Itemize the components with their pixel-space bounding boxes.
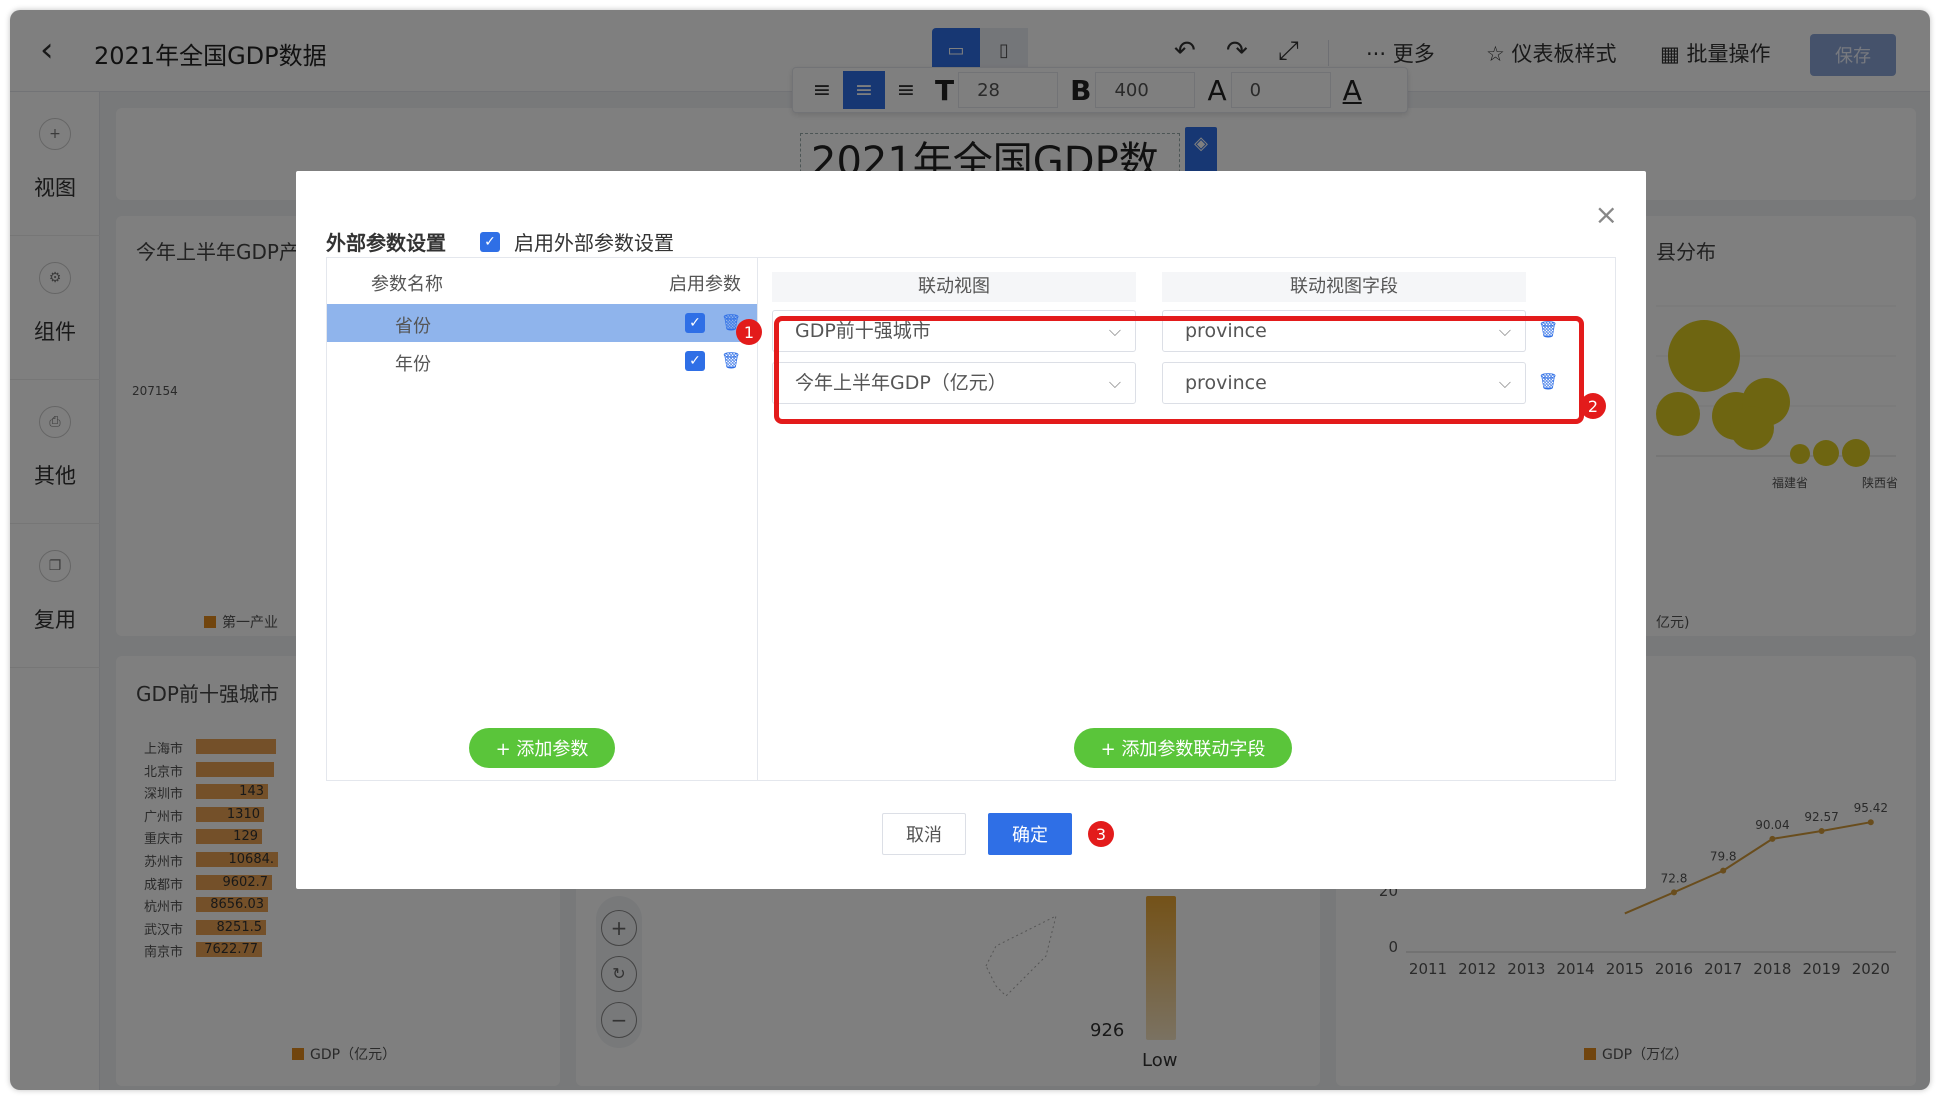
- column-header-linked-field: 联动视图字段: [1162, 272, 1526, 302]
- param-list-pane: 参数名称 启用参数 省份 ✓ 🗑 年份 ✓ 🗑 + 添加参数: [326, 257, 758, 781]
- param-enable-checkbox[interactable]: ✓: [685, 313, 705, 333]
- column-header-linked-view: 联动视图: [772, 272, 1136, 302]
- step-badge-1: 1: [736, 319, 762, 345]
- add-param-button[interactable]: + 添加参数: [469, 728, 615, 768]
- param-row[interactable]: 省份 ✓ 🗑: [327, 304, 757, 342]
- checkbox-label: 启用外部参数设置: [514, 231, 674, 255]
- column-header-enable: 启用参数: [669, 274, 741, 295]
- param-row[interactable]: 年份 ✓ 🗑: [327, 342, 757, 380]
- app-window: ‹ 2021年全国GDP数据 ▭ ▯ ↶ ↷ ⤢ ··· 更多 ☆ 仪表板样式 …: [10, 10, 1930, 1090]
- checkbox-checked-icon: ✓: [480, 231, 500, 252]
- step-badge-3: 3: [1088, 821, 1114, 847]
- external-params-modal: × 外部参数设置 ✓ 启用外部参数设置 参数名称 启用参数 省份 ✓ 🗑 年份 …: [296, 171, 1646, 889]
- cancel-button[interactable]: 取消: [882, 813, 966, 855]
- close-icon: ×: [1594, 198, 1618, 231]
- enable-external-params-checkbox[interactable]: ✓ 启用外部参数设置: [480, 227, 674, 256]
- param-name: 年份: [395, 354, 431, 375]
- param-name: 省份: [395, 316, 431, 337]
- step-badge-2: 2: [1580, 393, 1606, 419]
- add-link-field-button[interactable]: + 添加参数联动字段: [1074, 728, 1292, 768]
- modal-title: 外部参数设置: [326, 231, 446, 255]
- highlight-box: [774, 316, 1584, 424]
- param-enable-checkbox[interactable]: ✓: [685, 351, 705, 371]
- trash-icon[interactable]: 🗑: [721, 351, 741, 370]
- close-button[interactable]: ×: [1595, 201, 1618, 229]
- column-header-param-name: 参数名称: [371, 274, 443, 295]
- confirm-button[interactable]: 确定: [988, 813, 1072, 855]
